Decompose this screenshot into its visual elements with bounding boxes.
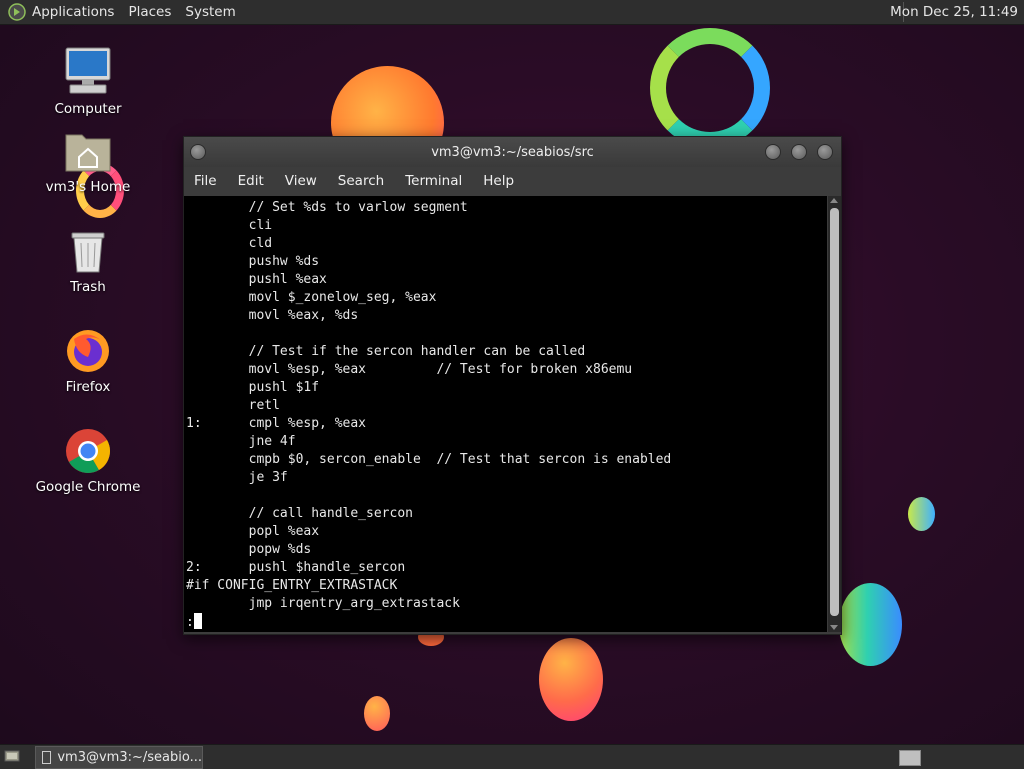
terminal-window[interactable]: vm3@vm3:~/seabios/src File Edit View Sea… bbox=[183, 136, 842, 635]
terminal-line: 1: cmpl %esp, %eax bbox=[186, 416, 367, 431]
chrome-icon bbox=[66, 429, 110, 473]
decor-bubble-green-blue-large bbox=[839, 583, 902, 666]
menu-file[interactable]: File bbox=[194, 173, 217, 189]
terminal-line: pushl %eax bbox=[186, 272, 327, 287]
terminal-line: cmpb $0, sercon_enable // Test that serc… bbox=[186, 452, 672, 467]
taskbar-window-label: vm3@vm3:~/seabio... bbox=[57, 750, 202, 765]
terminal-output[interactable]: // Set %ds to varlow segment cli cld pus… bbox=[184, 196, 827, 632]
firefox-icon bbox=[67, 330, 109, 372]
taskbar-window-button[interactable]: vm3@vm3:~/seabio... bbox=[35, 746, 203, 769]
menu-view[interactable]: View bbox=[285, 173, 317, 189]
terminal-line: jne 4f bbox=[186, 434, 296, 449]
bottom-panel: vm3@vm3:~/seabio... bbox=[0, 744, 1024, 769]
terminal-scrollbar[interactable] bbox=[828, 196, 841, 632]
terminal-line: cli bbox=[186, 218, 273, 233]
top-panel: Applications Places System Mon Dec 25, 1… bbox=[0, 0, 1024, 25]
terminal-line: pushl $1f bbox=[186, 380, 320, 395]
maximize-icon[interactable] bbox=[791, 144, 807, 160]
desktop-icon-firefox[interactable]: Firefox bbox=[33, 327, 143, 395]
terminal-line: // Test if the sercon handler can be cal… bbox=[186, 344, 586, 359]
terminal-prompt[interactable]: : bbox=[186, 615, 194, 630]
menu-edit[interactable]: Edit bbox=[238, 173, 264, 189]
scroll-up-icon[interactable] bbox=[830, 198, 838, 203]
terminal-line: movl $_zonelow_seg, %eax bbox=[186, 290, 437, 305]
trash-icon bbox=[71, 232, 105, 273]
menu-places[interactable]: Places bbox=[128, 4, 171, 20]
close-icon[interactable] bbox=[817, 144, 833, 160]
scrollbar-thumb[interactable] bbox=[830, 208, 839, 616]
terminal-text: // Set %ds to varlow segment cli cld pus… bbox=[184, 196, 827, 632]
distro-logo-icon[interactable] bbox=[8, 3, 26, 21]
computer-icon bbox=[65, 47, 111, 94]
decor-bubble-orange-pink bbox=[539, 638, 603, 721]
terminal-line: // Set %ds to varlow segment bbox=[186, 200, 468, 215]
workspace-switcher[interactable] bbox=[899, 750, 921, 766]
menu-help[interactable]: Help bbox=[483, 173, 514, 189]
window-titlebar[interactable]: vm3@vm3:~/seabios/src bbox=[184, 137, 841, 167]
menu-search[interactable]: Search bbox=[338, 173, 384, 189]
terminal-icon bbox=[42, 751, 52, 764]
desktop-icon-home[interactable]: vm3's Home bbox=[33, 127, 143, 195]
terminal-line: #if CONFIG_ENTRY_EXTRASTACK bbox=[186, 578, 398, 593]
terminal-line: // call handle_sercon bbox=[186, 506, 413, 521]
menu-terminal[interactable]: Terminal bbox=[405, 173, 462, 189]
terminal-line: 2: pushl $handle_sercon bbox=[186, 560, 406, 575]
desktop-icon-label: Google Chrome bbox=[35, 479, 141, 495]
desktop-icon-label: Trash bbox=[70, 279, 106, 295]
clock[interactable]: Mon Dec 25, 11:49 bbox=[890, 4, 1018, 20]
decor-bubble-green-blue-small bbox=[908, 497, 935, 531]
show-desktop-icon[interactable] bbox=[4, 749, 20, 763]
terminal-cursor bbox=[193, 613, 202, 629]
home-folder-icon bbox=[65, 134, 111, 172]
menu-applications[interactable]: Applications bbox=[32, 4, 114, 20]
terminal-line: movl %eax, %ds bbox=[186, 308, 359, 323]
minimize-icon[interactable] bbox=[765, 144, 781, 160]
terminal-line: jmp irqentry_arg_extrastack bbox=[186, 596, 460, 611]
window-title: vm3@vm3:~/seabios/src bbox=[431, 145, 594, 160]
desktop-icon-trash[interactable]: Trash bbox=[33, 227, 143, 295]
desktop-icon-chrome[interactable]: Google Chrome bbox=[33, 427, 143, 495]
terminal-line: pushw %ds bbox=[186, 254, 320, 269]
scroll-down-icon[interactable] bbox=[830, 625, 838, 630]
menu-system[interactable]: System bbox=[185, 4, 235, 20]
desktop-icon-label: Firefox bbox=[65, 379, 111, 395]
terminal-line: popw %ds bbox=[186, 542, 312, 557]
terminal-menubar: File Edit View Search Terminal Help bbox=[184, 167, 841, 195]
desktop-icon-computer[interactable]: Computer bbox=[33, 45, 143, 117]
terminal-line: je 3f bbox=[186, 470, 288, 485]
terminal-line: cld bbox=[186, 236, 273, 251]
desktop-icon-label: Computer bbox=[54, 101, 122, 117]
decor-ring-green-blue bbox=[650, 28, 770, 148]
terminal-line: movl %esp, %eax // Test for broken x86em… bbox=[186, 362, 633, 377]
desktop-icon-label: vm3's Home bbox=[45, 179, 131, 195]
terminal-line: popl %eax bbox=[186, 524, 320, 539]
decor-bubble-tiny-orange bbox=[364, 696, 390, 731]
terminal-line: retl bbox=[186, 398, 280, 413]
